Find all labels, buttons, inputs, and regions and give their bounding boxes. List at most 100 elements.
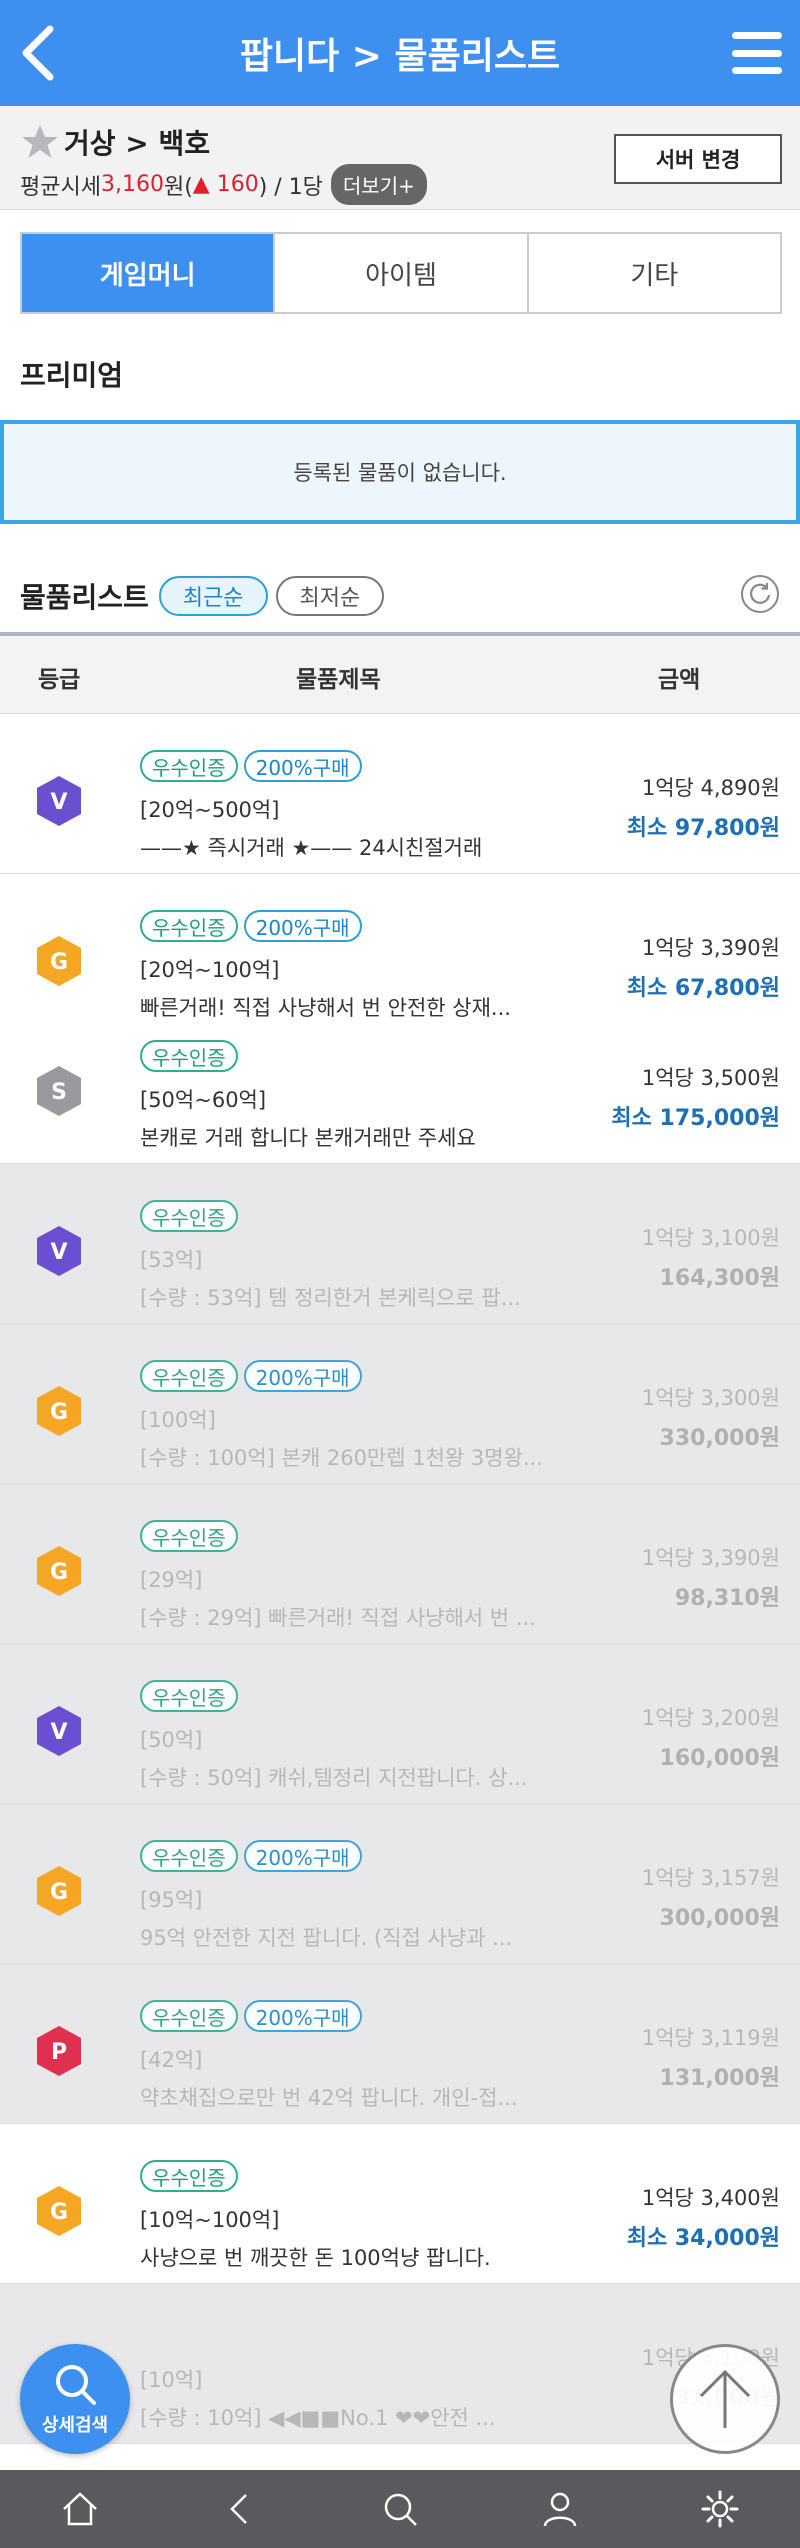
tag-group: 우수인증 — [140, 1520, 244, 1552]
premium-empty-box: 등록된 물품이 없습니다. — [0, 420, 800, 524]
item-title[interactable]: [수량 : 29억] 빠른거래! 직접 사냥해서 번 ... — [140, 1602, 536, 1632]
nav-my-page[interactable] — [480, 2470, 640, 2548]
grade-letter: P — [51, 2040, 67, 2065]
certified-badge: 우수인증 — [140, 750, 238, 782]
col-title: 물품제목 — [296, 667, 381, 693]
item-title[interactable]: 사냥으로 번 깨끗한 돈 100억냥 팝니다. — [140, 2242, 491, 2272]
grade-letter: G — [50, 950, 68, 975]
scroll-top-button[interactable] — [670, 2344, 780, 2454]
more-button[interactable]: 더보기+ — [330, 164, 427, 205]
amount-range: [10억~100억] — [140, 2208, 280, 2232]
item-title[interactable]: [수량 : 50억] 캐쉬,템정리 지전팝니다. 상... — [140, 1762, 527, 1792]
tag-group: 우수인증 — [140, 1200, 244, 1232]
column-header: 등급 물품제목 금액 — [0, 632, 800, 714]
chevron-left-icon — [230, 2494, 247, 2524]
purchase-badge: 200%구매 — [243, 1360, 362, 1392]
tab-game-money[interactable]: 게임머니 — [22, 234, 276, 312]
list-item[interactable]: V 우수인증 [50억] [수량 : 50억] 캐쉬,템정리 지전팝니다. 상... 1… — [0, 1658, 800, 1790]
sort-recent-button[interactable]: 최근순 — [158, 576, 268, 616]
bottom-navigation — [0, 2470, 800, 2548]
tab-etc[interactable]: 기타 — [528, 234, 780, 312]
item-title[interactable]: 본캐로 거래 합니다 본캐거래만 주세요 — [140, 1122, 476, 1152]
unit-price: 1억당 3,157원 — [641, 1866, 780, 1890]
nav-back[interactable] — [160, 2470, 320, 2548]
advanced-search-label: 상세검색 — [41, 2415, 109, 2436]
tab-items[interactable]: 아이템 — [275, 234, 529, 312]
price-prefix: 평균시세 — [20, 174, 101, 200]
grade-g-icon: G — [37, 1386, 81, 1436]
list-item[interactable]: P 우수인증 200%구매 [42억] 약초채집으로만 번 42억 팝니다. 개인-접.… — [0, 1978, 800, 2110]
server-name-row: 거상 > 백호 — [20, 122, 210, 162]
minimum-price: 최소 34,000원 — [626, 2226, 780, 2251]
server-name: 거상 > 백호 — [64, 127, 210, 160]
page-title: 팝니다 > 물품리스트 — [239, 36, 561, 77]
unit-price: 1억당 3,100원 — [641, 1226, 780, 1250]
list-item[interactable]: G 우수인증 [10억~100억] 사냥으로 번 깨끗한 돈 100억냥 팝니다. 1억… — [0, 2138, 800, 2270]
minimum-price: 131,000원 — [659, 2066, 780, 2091]
list-item[interactable]: G 우수인증 200%구매 [20억~100억] 빠른거래! 직접 사냥해서 번 안전한… — [0, 888, 800, 1020]
item-title[interactable]: 약초채집으로만 번 42억 팝니다. 개인-접... — [140, 2082, 518, 2112]
item-title[interactable]: [수량 : 10억] ◀◀■■No.1 ❤❤안전 ... — [140, 2402, 496, 2432]
list-row[interactable]: G 우수인증 [29억] [수량 : 29억] 빠른거래! 직접 사냥해서 번 ...… — [0, 1484, 800, 1644]
col-grade: 등급 — [38, 667, 81, 693]
item-title[interactable]: 95억 안전한 지전 팝니다. (직접 사냥과 ... — [140, 1922, 512, 1952]
grade-letter: G — [50, 1880, 68, 1905]
back-button[interactable] — [8, 18, 68, 88]
list-row[interactable]: P 우수인증 200%구매 [42억] 약초채집으로만 번 42억 팝니다. 개인-접.… — [0, 1964, 800, 2124]
grade-g-icon: G — [37, 1546, 81, 1596]
minimum-price: 최소 67,800원 — [626, 976, 780, 1001]
hamburger-menu-button[interactable] — [728, 24, 786, 82]
top-header: 팝니다 > 물품리스트 — [0, 0, 800, 106]
purchase-badge: 200%구매 — [243, 2000, 362, 2032]
star-icon[interactable] — [20, 122, 60, 162]
list-row[interactable]: V 우수인증 200%구매 [20억~500억] ——★ 즉시거래 ★—— 24시친절거… — [0, 714, 800, 874]
nav-settings[interactable] — [640, 2470, 800, 2548]
advanced-search-button[interactable]: 상세검색 — [20, 2344, 130, 2454]
minimum-price: 330,000원 — [659, 1426, 780, 1451]
list-item[interactable]: S 우수인증 [50억~60억] 본캐로 거래 합니다 본캐거래만 주세요 1억당 3,… — [0, 1018, 800, 1150]
list-item[interactable]: G 우수인증 200%구매 [100억] [수량 : 100억] 본캐 260만렙 1천… — [0, 1338, 800, 1470]
price-change: ▲ 160 — [192, 172, 259, 197]
purchase-badge: 200%구매 — [243, 750, 362, 782]
tag-group: 우수인증 — [140, 1040, 244, 1072]
server-info-bar: 거상 > 백호 평균시세 3,160 원( ▲ 160 ) / 1당 더보기+ … — [0, 106, 800, 210]
refresh-icon[interactable] — [740, 574, 780, 614]
item-title[interactable]: ——★ 즉시거래 ★—— 24시친절거래 — [140, 832, 482, 862]
grade-letter: V — [50, 1240, 67, 1265]
certified-badge: 우수인증 — [140, 1840, 238, 1872]
list-row[interactable]: V 우수인증 [53억] [수량 : 53억] 템 정리한거 본케릭으로 팝... 1억… — [0, 1164, 800, 1324]
grade-letter: V — [50, 1720, 67, 1745]
list-row[interactable]: G 우수인증 [10억~100억] 사냥으로 번 깨끗한 돈 100억냥 팝니다. 1억… — [0, 2124, 800, 2284]
gear-icon — [701, 2490, 739, 2528]
list-item[interactable]: V 우수인증 [53억] [수량 : 53억] 템 정리한거 본케릭으로 팝... 1억… — [0, 1178, 800, 1310]
sort-lowest-button[interactable]: 최저순 — [275, 576, 385, 616]
list-row[interactable]: G 우수인증 200%구매 [95억] 95억 안전한 지전 팝니다. (직접 사냥과 … — [0, 1804, 800, 1964]
item-list: V 우수인증 200%구매 [20억~500억] ——★ 즉시거래 ★—— 24시친절거… — [0, 714, 800, 2548]
certified-badge: 우수인증 — [140, 1040, 238, 1072]
nav-search[interactable] — [320, 2470, 480, 2548]
list-item[interactable]: V 우수인증 200%구매 [20억~500억] ——★ 즉시거래 ★—— 24시친절거… — [0, 728, 800, 860]
minimum-price: 164,300원 — [659, 1266, 780, 1291]
amount-range: [20억~500억] — [140, 798, 280, 822]
list-row[interactable]: G 우수인증 200%구매 [100억] [수량 : 100억] 본캐 260만렙 1천… — [0, 1324, 800, 1484]
amount-range: [42억] — [140, 2048, 203, 2072]
unit-price: 1억당 3,300원 — [641, 1386, 780, 1410]
list-row[interactable]: V 우수인증 [50억] [수량 : 50억] 캐쉬,템정리 지전팝니다. 상... 1… — [0, 1644, 800, 1804]
change-server-button[interactable]: 서버 변경 — [614, 134, 782, 184]
amount-range: [29억] — [140, 1568, 203, 1592]
certified-badge: 우수인증 — [140, 1680, 238, 1712]
unit-price: 1억당 3,400원 — [641, 2186, 780, 2210]
list-item[interactable]: G 우수인증 [29억] [수량 : 29억] 빠른거래! 직접 사냥해서 번 ...… — [0, 1498, 800, 1630]
list-item[interactable]: G 우수인증 200%구매 [95억] 95억 안전한 지전 팝니다. (직접 사냥과 … — [0, 1818, 800, 1950]
certified-badge: 우수인증 — [140, 1360, 238, 1392]
item-title[interactable]: [수량 : 100억] 본캐 260만렙 1천왕 3명왕... — [140, 1442, 543, 1472]
list-row[interactable]: G 우수인증 200%구매 [20억~100억] 빠른거래! 직접 사냥해서 번 안전한… — [0, 874, 800, 1164]
grade-g-icon: G — [37, 936, 81, 986]
minimum-price: 최소 97,800원 — [626, 816, 780, 841]
nav-home[interactable] — [0, 2470, 160, 2548]
tag-group: 우수인증 200%구매 — [140, 1840, 368, 1872]
item-title[interactable]: [수량 : 53억] 템 정리한거 본케릭으로 팝... — [140, 1282, 521, 1312]
tag-group: 우수인증 — [140, 2160, 244, 2192]
amount-range: [95억] — [140, 1888, 203, 1912]
category-tabs: 게임머니 아이템 기타 — [20, 232, 782, 314]
